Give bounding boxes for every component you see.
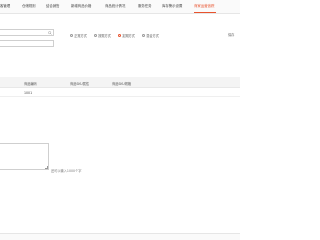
radio-label: 定期方式 [122,33,135,38]
radio-label: 混合方式 [146,33,159,38]
column-header-sku-spec: 商品SKU规格 [112,81,132,86]
search-input[interactable] [0,29,54,36]
remark-textarea[interactable] [0,143,49,170]
radio-button[interactable] [94,33,97,37]
bottom-bar [0,233,240,240]
tab-stock-alert-settings[interactable]: 库存警示设置 [162,3,182,10]
radio-option-periodic[interactable]: 定期方式 [118,32,135,38]
column-header-code: 商品编码 [24,81,37,86]
search-icon[interactable] [47,30,52,35]
table-cell-code: 1001 [24,90,33,95]
radio-option-normal[interactable]: 正常方式 [70,32,87,38]
save-link[interactable]: 保存 [228,32,234,37]
tab-warehouse-rules[interactable]: 仓储规则 [22,3,36,10]
radio-option-mixed[interactable]: 混合方式 [142,32,159,38]
radio-label: 正常方式 [74,33,87,38]
column-header-sku-attr: 商品SKU属性 [70,81,90,86]
char-count-hint: 还可以输入1000个字 [51,169,82,173]
top-tab-bar: 客管理 仓储规则 结合销售 新增商品价格 商品统计情况 服务任务 库存警示设置 … [0,0,240,14]
radio-button[interactable] [70,33,73,37]
radio-button[interactable] [142,33,145,37]
table-row[interactable]: 1001 [0,88,240,97]
tab-merchant-tracking[interactable]: 商家运营追踪 [194,3,214,10]
active-tab-indicator [194,11,216,13]
radio-label: 按需方式 [98,33,111,38]
tab-sales-combine[interactable]: 结合销售 [46,3,60,10]
tab-service-tasks[interactable]: 服务任务 [138,3,152,10]
resize-handle-icon[interactable] [44,165,48,169]
radio-option-on-demand[interactable]: 按需方式 [94,32,111,38]
tab-new-product-price[interactable]: 新增商品价格 [71,3,91,10]
tab-product-stats[interactable]: 商品统计情况 [105,3,125,10]
table-header: 商品编码 商品SKU属性 商品SKU规格 [0,77,240,88]
radio-button-checked[interactable] [118,33,121,37]
tab-customer-management[interactable]: 客管理 [0,3,10,10]
filter-select[interactable] [0,40,54,47]
